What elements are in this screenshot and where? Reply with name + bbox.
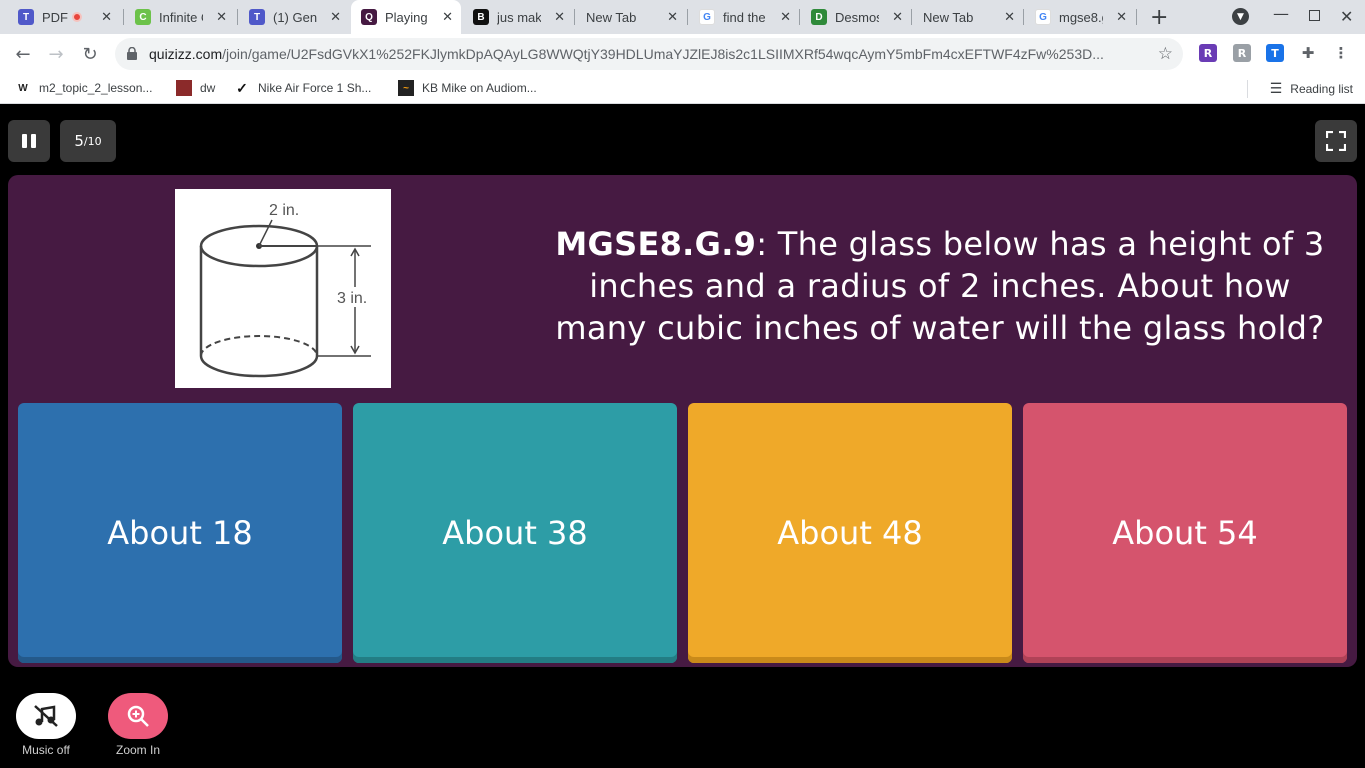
back-icon[interactable]: ←	[11, 42, 35, 66]
minimize-icon[interactable]: —	[1273, 4, 1289, 23]
quizizz-icon: Q	[361, 9, 377, 25]
tab-teams-general[interactable]: T (1) General ✕	[239, 0, 349, 34]
close-icon[interactable]: ✕	[442, 9, 453, 25]
tab-desmos[interactable]: D Desmos ✕	[801, 0, 911, 34]
bookmark-separator	[1247, 80, 1248, 98]
radius-label: 2 in.	[269, 202, 299, 219]
tab-pdf[interactable]: T PDF ✕	[8, 0, 120, 34]
tab-separator	[574, 9, 575, 25]
tab-search-icon[interactable]: ▼	[1232, 8, 1249, 25]
tab-separator	[799, 9, 800, 25]
extension-blue-icon[interactable]: T	[1266, 44, 1284, 62]
pause-button[interactable]	[8, 120, 50, 162]
answer-option-1[interactable]: About 18	[18, 403, 342, 663]
pause-icon	[31, 134, 36, 148]
menu-kebab-icon[interactable]: ⋮	[1332, 44, 1350, 62]
tab-separator	[123, 9, 124, 25]
close-icon[interactable]: ✕	[216, 9, 227, 25]
forward-icon[interactable]: →	[44, 42, 68, 66]
close-icon[interactable]: ✕	[554, 9, 565, 25]
quiz-screen: 5/10 2 in. 3 in. MGSE8.G.9: The glass be…	[0, 105, 1365, 768]
google-icon: G	[699, 9, 715, 25]
question-panel: 2 in. 3 in. MGSE8.G.9: The glass below h…	[8, 175, 1357, 667]
audiomack-icon: ~	[398, 80, 414, 96]
music-toggle-button[interactable]	[16, 693, 76, 739]
tab-separator	[1136, 9, 1137, 25]
restore-icon[interactable]	[1309, 10, 1320, 21]
recording-icon	[72, 12, 82, 22]
pause-icon	[22, 134, 27, 148]
height-label: 3 in.	[337, 290, 367, 307]
lock-icon	[127, 47, 137, 60]
tab-separator	[911, 9, 912, 25]
teams-icon: T	[18, 9, 34, 25]
answer-option-2[interactable]: About 38	[353, 403, 677, 663]
tab-mgse8[interactable]: G mgse8.g ✕	[1025, 0, 1135, 34]
tab-jus-make[interactable]: B jus make ✕	[463, 0, 573, 34]
reading-list-icon: ☰	[1269, 80, 1283, 96]
bookmark-m2-topic[interactable]: W m2_topic_2_lesson...	[15, 80, 152, 96]
browser-toolbar: ← → ↻ quizizz.com/join/game/U2FsdGVkX1%2…	[0, 34, 1365, 74]
nike-icon: ✓	[236, 79, 248, 96]
tab-bar: T PDF ✕ C Infinite Campus ✕ T (1) Genera…	[0, 0, 1365, 34]
b-icon: B	[473, 9, 489, 25]
reload-icon[interactable]: ↻	[78, 42, 102, 66]
extension-grey-icon[interactable]: R	[1233, 44, 1251, 62]
cylinder-diagram: 2 in. 3 in.	[199, 202, 375, 378]
close-icon[interactable]: ✕	[892, 9, 903, 25]
question-text: MGSE8.G.9: The glass below has a height …	[555, 225, 1325, 347]
url-text: quizizz.com/join/game/U2FsdGVkX1%252FKJl…	[149, 46, 1104, 62]
question-progress: 5/10	[60, 120, 116, 162]
fullscreen-icon	[1326, 131, 1346, 151]
tab-separator	[237, 9, 238, 25]
close-icon[interactable]: ✕	[101, 9, 112, 25]
extensions-puzzle-icon[interactable]: ✚	[1299, 44, 1317, 62]
close-icon[interactable]: ✕	[1116, 9, 1127, 25]
tab-new-tab[interactable]: New Tab ✕	[576, 0, 686, 34]
zoom-in-button[interactable]	[108, 693, 168, 739]
tab-find-the[interactable]: G find the ✕	[689, 0, 799, 34]
close-icon[interactable]: ✕	[330, 9, 341, 25]
extension-r-icon[interactable]: R	[1199, 44, 1217, 62]
answer-option-3[interactable]: About 48	[688, 403, 1012, 663]
fullscreen-button[interactable]	[1315, 120, 1357, 162]
bookmark-nike[interactable]: ✓ Nike Air Force 1 Sh...	[234, 80, 371, 96]
music-off-icon	[34, 705, 58, 727]
w-icon: W	[18, 82, 28, 94]
zoom-label: Zoom In	[115, 743, 160, 757]
photo-icon	[176, 80, 192, 96]
music-label: Music off	[22, 743, 70, 757]
new-tab-icon[interactable]: +	[1150, 5, 1168, 30]
reading-list[interactable]: ☰ Reading list	[1270, 80, 1353, 97]
question-image: 2 in. 3 in.	[175, 189, 391, 388]
close-window-icon[interactable]: ✕	[1340, 7, 1353, 26]
desmos-icon: D	[811, 9, 827, 25]
zoom-in-icon	[127, 705, 149, 727]
infinite-campus-icon: C	[135, 9, 151, 25]
tab-separator	[1023, 9, 1024, 25]
bookmark-kb-mike[interactable]: ~ KB Mike on Audiom...	[398, 80, 537, 96]
close-icon[interactable]: ✕	[667, 9, 678, 25]
bookmark-dw[interactable]: dw	[176, 80, 215, 96]
google-icon: G	[1035, 9, 1051, 25]
tab-quizizz-playing[interactable]: Q Playing ✕	[351, 0, 461, 34]
answer-option-4[interactable]: About 54	[1023, 403, 1347, 663]
bookmark-star-icon[interactable]: ☆	[1158, 44, 1173, 64]
address-bar[interactable]: quizizz.com/join/game/U2FsdGVkX1%252FKJl…	[115, 38, 1183, 70]
tab-separator	[687, 9, 688, 25]
close-icon[interactable]: ✕	[780, 9, 791, 25]
bookmarks-bar: W m2_topic_2_lesson... dw ✓ Nike Air For…	[0, 74, 1365, 104]
teams-icon: T	[249, 9, 265, 25]
tab-infinite-campus[interactable]: C Infinite Campus ✕	[125, 0, 235, 34]
close-icon[interactable]: ✕	[1004, 9, 1015, 25]
tab-new-tab-2[interactable]: New Tab ✕	[913, 0, 1023, 34]
